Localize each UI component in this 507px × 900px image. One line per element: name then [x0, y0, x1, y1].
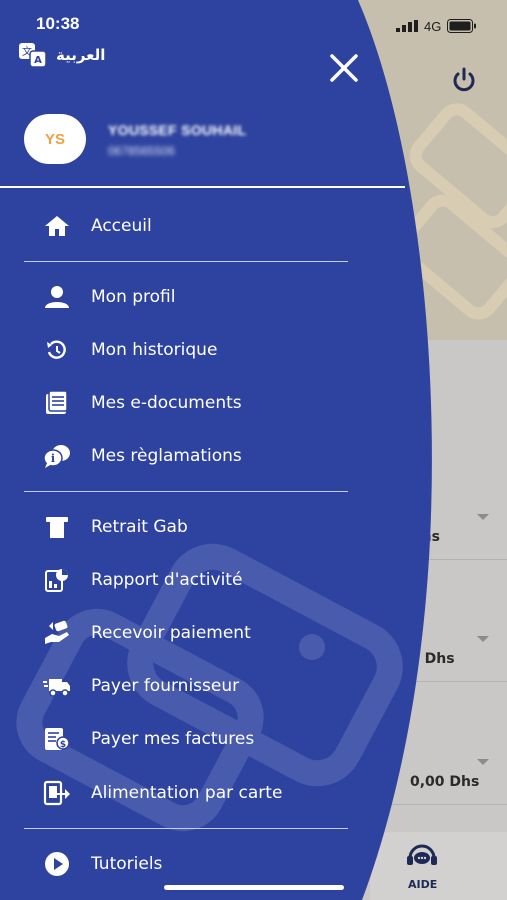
- user-name: YOUSSEF SOUHAIL: [108, 122, 247, 138]
- bill-icon: $: [42, 724, 72, 754]
- menu-item-label: Mes règlamations: [91, 446, 242, 466]
- menu-item-acceuil[interactable]: Acceuil: [0, 201, 360, 251]
- drawer-content: 文 A العربية YS YOUSSEF SOUHAIL 067856550…: [0, 0, 420, 900]
- documents-icon: [42, 388, 72, 418]
- menu-item-label: Mon profil: [91, 287, 176, 307]
- menu-item-label: Acceuil: [91, 216, 152, 236]
- home-icon: [42, 211, 72, 241]
- menu-item-mes-reclamations[interactable]: i Mes règlamations: [0, 431, 360, 481]
- home-indicator[interactable]: [164, 885, 344, 890]
- menu-item-label: Mes e-documents: [91, 393, 242, 413]
- status-indicators: 4G: [396, 18, 477, 34]
- caret-down-icon: [477, 514, 489, 520]
- menu-item-label: Alimentation par carte: [91, 783, 283, 803]
- battery-icon: [447, 19, 477, 33]
- menu-item-recevoir-paiement[interactable]: Recevoir paiement: [0, 608, 360, 658]
- chat-info-icon: i: [42, 441, 72, 471]
- menu-item-label: Payer mes factures: [91, 729, 255, 749]
- caret-down-icon: [477, 759, 489, 765]
- menu-item-label: Payer fournisseur: [91, 676, 240, 696]
- play-icon: [42, 849, 72, 879]
- svg-text:A: A: [34, 55, 42, 66]
- menu-item-mon-historique[interactable]: Mon historique: [0, 325, 360, 375]
- avatar[interactable]: YS: [24, 114, 86, 164]
- report-icon: [42, 565, 72, 595]
- menu-item-mon-profil[interactable]: Mon profil: [0, 272, 360, 322]
- menu-item-tutoriels[interactable]: Tutoriels: [0, 839, 360, 889]
- menu-divider: [24, 828, 348, 829]
- menu-item-mes-e-documents[interactable]: Mes e-documents: [0, 378, 360, 428]
- signal-icon: [396, 20, 418, 32]
- menu-item-payer-fournisseur[interactable]: Payer fournisseur: [0, 661, 360, 711]
- translate-icon: 文 A: [19, 43, 47, 68]
- card-topup-icon: [42, 778, 72, 808]
- truck-icon: [42, 671, 72, 701]
- menu-item-retrait-gab[interactable]: Retrait Gab: [0, 502, 360, 552]
- close-icon[interactable]: [326, 52, 362, 84]
- language-switch[interactable]: 文 A العربية: [18, 42, 105, 68]
- menu-item-label: Recevoir paiement: [91, 623, 251, 643]
- menu-item-label: Mon historique: [91, 340, 218, 360]
- menu-divider: [24, 261, 348, 262]
- svg-text:$: $: [60, 740, 66, 750]
- menu-item-alimentation-par-carte[interactable]: Alimentation par carte: [0, 768, 360, 818]
- user-icon: [42, 282, 72, 312]
- menu-item-payer-mes-factures[interactable]: $ Payer mes factures: [0, 714, 360, 764]
- menu-item-label: Rapport d'activité: [91, 570, 243, 590]
- caret-down-icon: [477, 636, 489, 642]
- svg-text:i: i: [51, 452, 55, 465]
- atm-icon: [42, 512, 72, 542]
- menu-divider: [24, 491, 348, 492]
- background-amount: 0,00 Dhs: [410, 774, 480, 790]
- history-icon: [42, 335, 72, 365]
- user-phone: 0678565506: [108, 144, 175, 158]
- status-time: 10:38: [36, 14, 80, 33]
- receive-payment-icon: [42, 618, 72, 648]
- header-divider: [0, 186, 405, 188]
- network-type: 4G: [424, 18, 442, 34]
- menu-item-rapport-activite[interactable]: Rapport d'activité: [0, 555, 360, 605]
- power-icon[interactable]: [450, 66, 478, 94]
- menu-item-label: Retrait Gab: [91, 517, 188, 537]
- menu-item-label: Tutoriels: [91, 854, 163, 874]
- language-label: العربية: [56, 46, 106, 64]
